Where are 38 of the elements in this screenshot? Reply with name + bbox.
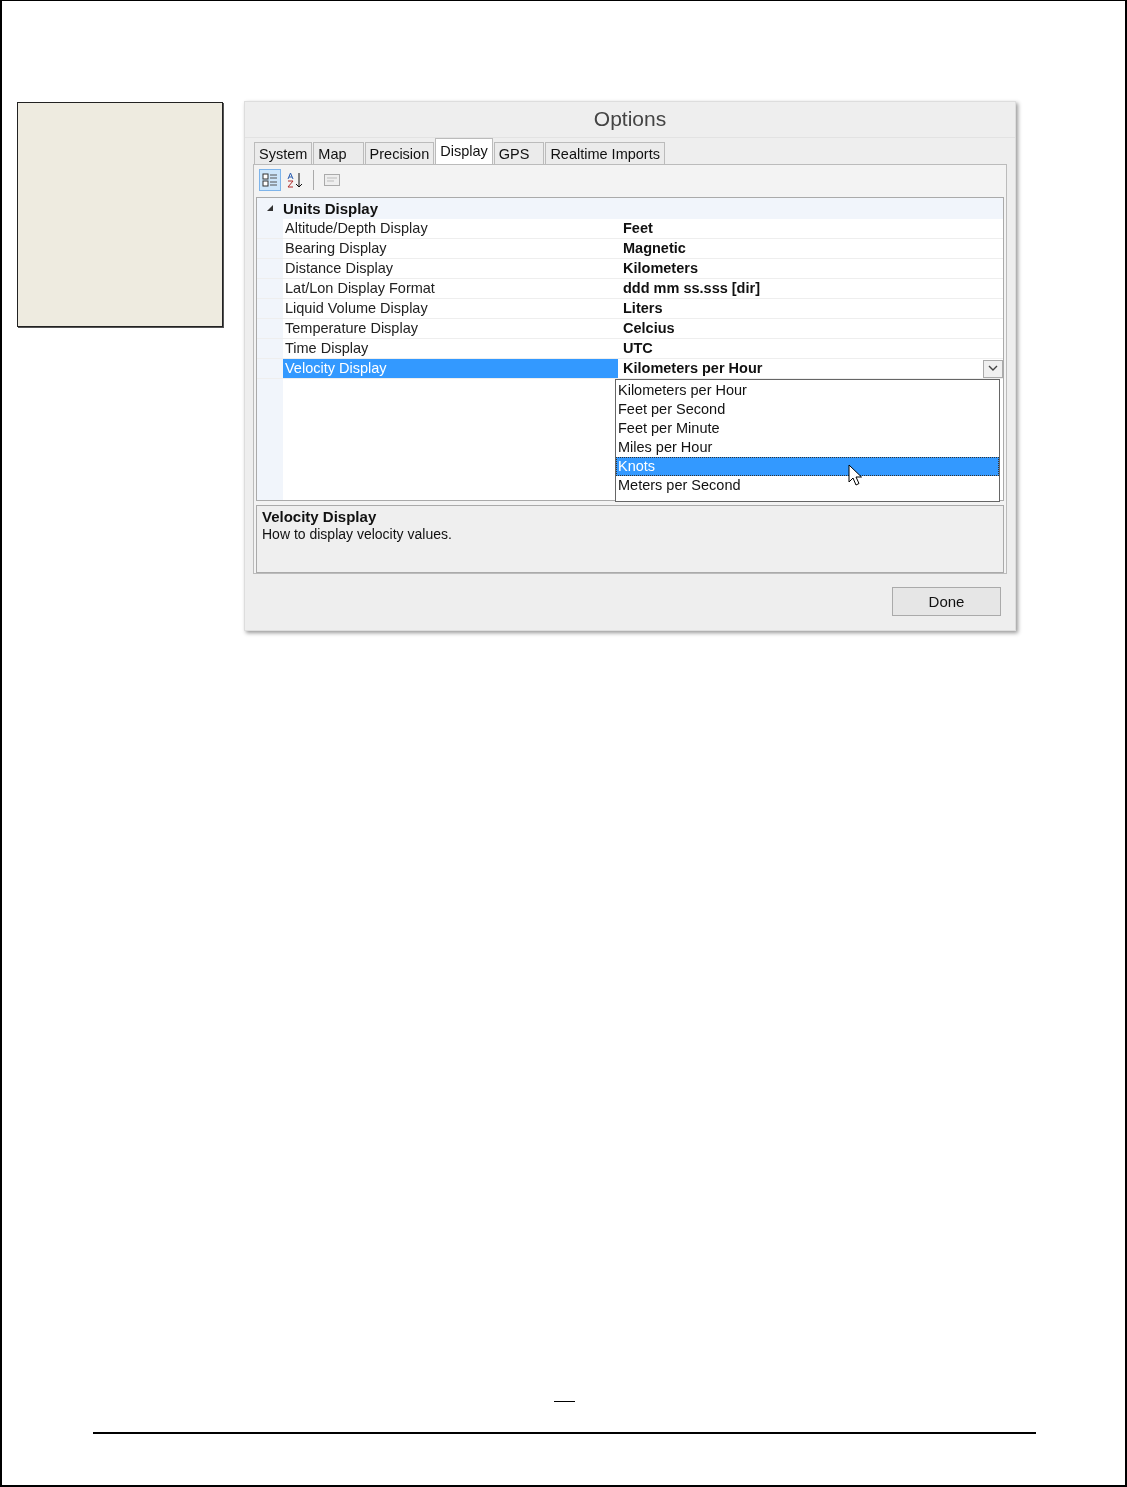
list-icon (261, 170, 279, 189)
property-value: Kilometers per Hour (622, 358, 764, 378)
dropdown-button[interactable] (983, 359, 1003, 378)
done-button[interactable]: Done (892, 587, 1001, 616)
property-name[interactable]: Temperature Display (283, 318, 618, 338)
property-name[interactable]: Bearing Display (283, 238, 618, 258)
property-value: Liters (622, 298, 664, 318)
description-title: Velocity Display (262, 507, 378, 525)
dropdown-option[interactable]: Meters per Second (616, 475, 999, 495)
dropdown-option[interactable]: Kilometers per Hour (616, 380, 999, 400)
sort-icon (286, 170, 304, 189)
property-value: UTC (622, 338, 654, 358)
description-text: How to display velocity values. (262, 525, 453, 542)
property-name[interactable]: Altitude/Depth Display (283, 218, 618, 238)
dropdown-option[interactable]: Miles per Hour (616, 437, 999, 457)
property-name[interactable]: Lat/Lon Display Format (283, 278, 618, 298)
collapse-icon[interactable] (266, 204, 274, 213)
property-value: Celcius (622, 318, 676, 338)
tab[interactable]: System (254, 142, 313, 164)
tab[interactable]: GPS (493, 142, 545, 164)
pointer-icon (848, 463, 862, 486)
property-name[interactable]: Distance Display (283, 258, 618, 278)
tab[interactable]: Map (313, 142, 364, 164)
property-value: ddd mm ss.sss [dir] (622, 278, 761, 298)
categorized-button[interactable] (259, 168, 281, 191)
property-value: Feet (622, 218, 654, 238)
tab[interactable]: Display (435, 138, 493, 164)
chevron-down-icon (988, 365, 998, 373)
property-name[interactable]: Liquid Volume Display (283, 298, 618, 318)
property-value: Magnetic (622, 238, 687, 258)
dropdown-option[interactable]: Feet per Second (616, 399, 999, 419)
window-title: Options (245, 102, 1015, 138)
tab[interactable]: Realtime Imports (545, 142, 665, 164)
category-title: Units Display (283, 199, 379, 217)
dropdown-option[interactable]: Feet per Minute (616, 418, 999, 438)
property-name[interactable]: Time Display (283, 338, 618, 358)
property-value: Kilometers (622, 258, 699, 278)
tab[interactable]: Precision (364, 142, 435, 164)
